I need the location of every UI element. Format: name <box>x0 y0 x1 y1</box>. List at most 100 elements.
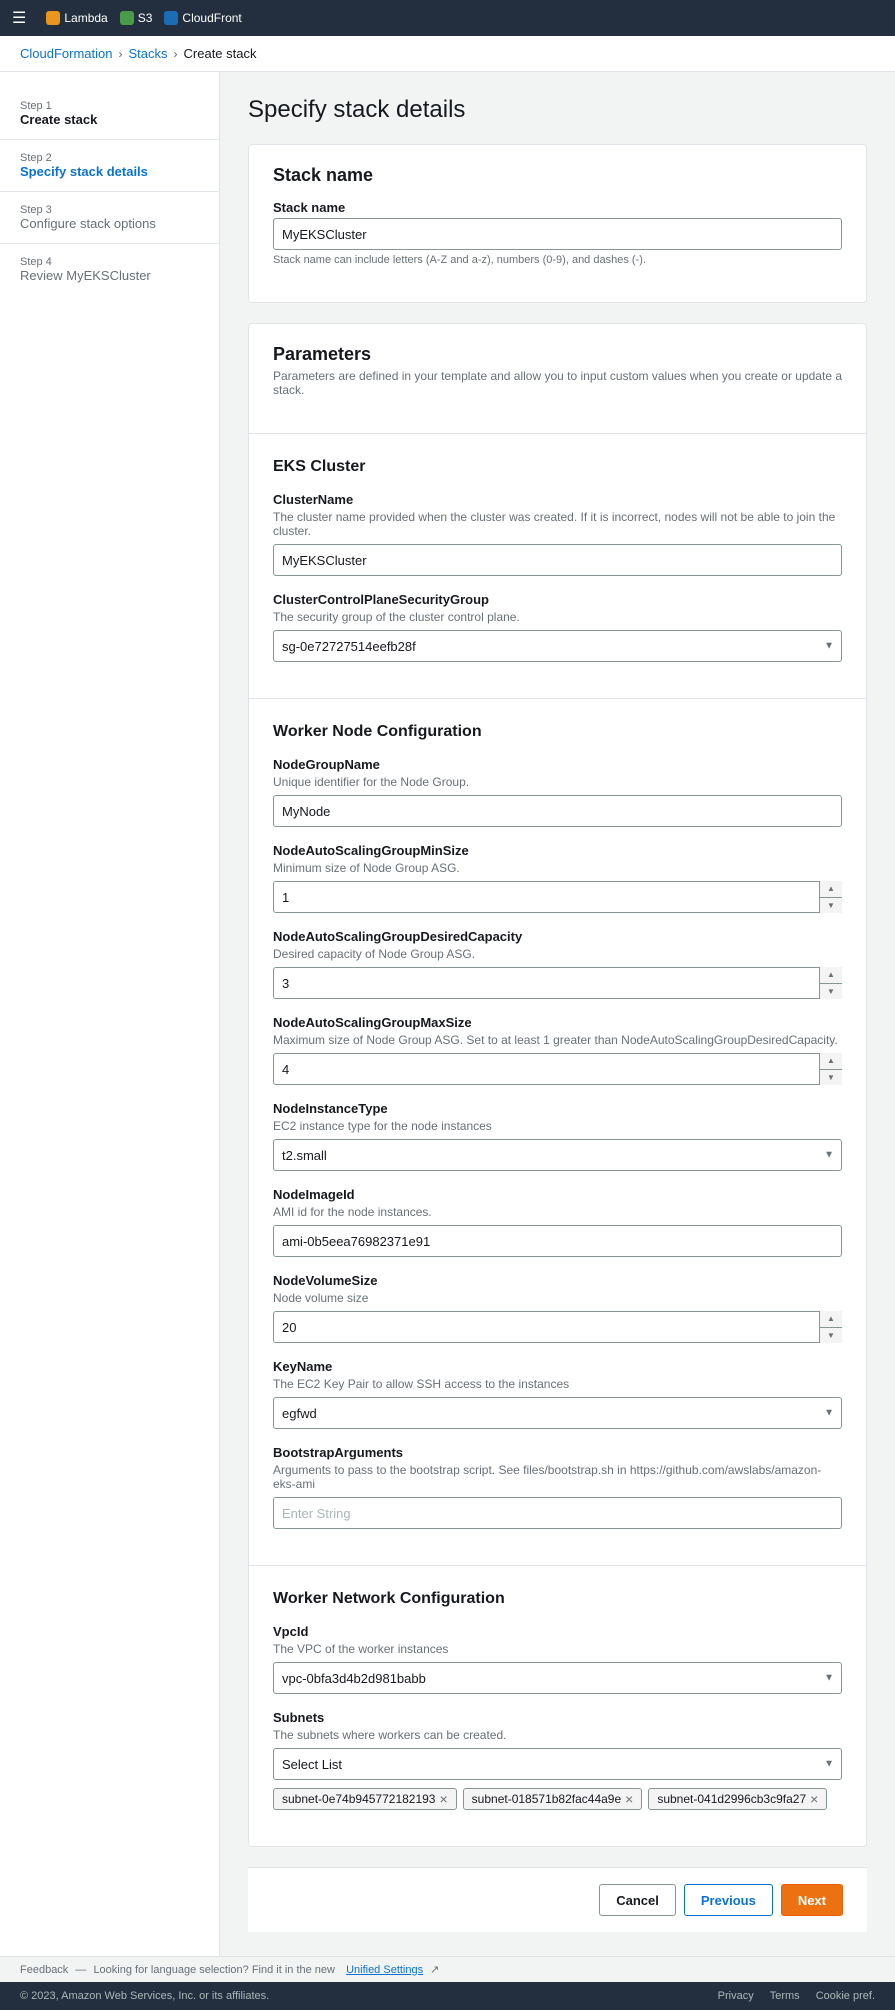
asg-desired-wrap: ▲ ▼ <box>273 967 842 999</box>
step-4-label[interactable]: Review MyEKSCluster <box>20 268 199 283</box>
node-image-id-desc: AMI id for the node instances. <box>273 1205 842 1219</box>
breadcrumb-sep-2: › <box>174 47 178 61</box>
s3-dot <box>120 11 134 25</box>
parameters-header-section: Parameters Parameters are defined in you… <box>249 324 866 434</box>
node-instance-type-select[interactable]: t2.small t2.medium t2.large <box>273 1139 842 1171</box>
subnet-tag-2-label: subnet-041d2996cb3c9fa27 <box>657 1792 806 1806</box>
cloudfront-dot <box>164 11 178 25</box>
eks-cluster-title: EKS Cluster <box>273 458 842 476</box>
vpc-id-select[interactable]: vpc-0bfa3d4b2d981babb <box>273 1662 842 1694</box>
asg-max-increment[interactable]: ▲ <box>820 1053 842 1070</box>
subnets-tags: subnet-0e74b945772182193 × subnet-018571… <box>273 1788 842 1810</box>
eks-cluster-section: EKS Cluster ClusterName The cluster name… <box>249 434 866 699</box>
next-button[interactable]: Next <box>781 1884 843 1916</box>
cluster-sg-select[interactable]: sg-0e72727514eefb28f <box>273 630 842 662</box>
node-image-id-label: NodeImageId <box>273 1187 842 1202</box>
unified-settings-link[interactable]: Unified Settings <box>346 1964 423 1976</box>
stack-name-input[interactable] <box>273 218 842 250</box>
asg-max-input[interactable] <box>273 1053 842 1085</box>
asg-desired-desc: Desired capacity of Node Group ASG. <box>273 947 842 961</box>
hamburger-icon[interactable]: ☰ <box>12 8 26 28</box>
terms-link[interactable]: Terms <box>770 1990 800 2002</box>
step-2-label[interactable]: Specify stack details <box>20 164 199 179</box>
node-volume-size-increment[interactable]: ▲ <box>820 1311 842 1328</box>
subnets-select[interactable]: Select List <box>273 1748 842 1780</box>
lambda-dot <box>46 11 60 25</box>
asg-min-wrap: ▲ ▼ <box>273 881 842 913</box>
asg-desired-increment[interactable]: ▲ <box>820 967 842 984</box>
privacy-link[interactable]: Privacy <box>718 1990 754 2002</box>
step-1-number: Step 1 <box>20 100 199 112</box>
key-name-field: KeyName The EC2 Key Pair to allow SSH ac… <box>273 1359 842 1429</box>
cluster-name-field: ClusterName The cluster name provided wh… <box>273 492 842 576</box>
asg-min-field: NodeAutoScalingGroupMinSize Minimum size… <box>273 843 842 913</box>
page-title: Specify stack details <box>248 96 867 124</box>
step-1-label[interactable]: Create stack <box>20 112 199 127</box>
step-3: Step 3 Configure stack options <box>0 196 219 239</box>
nav-cloudfront[interactable]: CloudFront <box>164 11 241 25</box>
nav-cloudfront-label: CloudFront <box>182 11 241 25</box>
breadcrumb-stacks[interactable]: Stacks <box>129 46 168 61</box>
cluster-name-label: ClusterName <box>273 492 842 507</box>
parameters-section-title: Parameters <box>273 344 842 365</box>
asg-max-wrap: ▲ ▼ <box>273 1053 842 1085</box>
subnet-tag-2-remove[interactable]: × <box>810 1792 818 1806</box>
subnet-tag-1-label: subnet-018571b82fac44a9e <box>472 1792 621 1806</box>
parameters-section-desc: Parameters are defined in your template … <box>273 369 842 397</box>
node-volume-size-spinners: ▲ ▼ <box>819 1311 842 1343</box>
cluster-sg-desc: The security group of the cluster contro… <box>273 610 842 624</box>
bottom-bar-links: Privacy Terms Cookie pref. <box>718 1990 875 2002</box>
subnet-tag-2: subnet-041d2996cb3c9fa27 × <box>648 1788 827 1810</box>
previous-button[interactable]: Previous <box>684 1884 773 1916</box>
node-group-name-input[interactable] <box>273 795 842 827</box>
asg-min-increment[interactable]: ▲ <box>820 881 842 898</box>
step-3-label[interactable]: Configure stack options <box>20 216 199 231</box>
asg-max-field: NodeAutoScalingGroupMaxSize Maximum size… <box>273 1015 842 1085</box>
key-name-select[interactable]: egfwd <box>273 1397 842 1429</box>
node-volume-size-desc: Node volume size <box>273 1291 842 1305</box>
bottom-bar: © 2023, Amazon Web Services, Inc. or its… <box>0 1982 895 2010</box>
breadcrumb: CloudFormation › Stacks › Create stack <box>0 36 895 72</box>
step-4-number: Step 4 <box>20 256 199 268</box>
asg-desired-decrement[interactable]: ▼ <box>820 984 842 1000</box>
nav-s3[interactable]: S3 <box>120 11 153 25</box>
step-2: Step 2 Specify stack details <box>0 144 219 187</box>
subnet-tag-1-remove[interactable]: × <box>625 1792 633 1806</box>
step-4: Step 4 Review MyEKSCluster <box>0 248 219 291</box>
asg-desired-spinners: ▲ ▼ <box>819 967 842 999</box>
node-group-name-label: NodeGroupName <box>273 757 842 772</box>
top-nav: ☰ Lambda S3 CloudFront <box>0 0 895 36</box>
node-instance-type-select-wrap: t2.small t2.medium t2.large ▼ <box>273 1139 842 1171</box>
asg-min-spinners: ▲ ▼ <box>819 881 842 913</box>
cancel-button[interactable]: Cancel <box>599 1884 676 1916</box>
asg-max-desc: Maximum size of Node Group ASG. Set to a… <box>273 1033 842 1047</box>
node-image-id-input[interactable] <box>273 1225 842 1257</box>
subnet-tag-0-remove[interactable]: × <box>439 1792 447 1806</box>
node-instance-type-field: NodeInstanceType EC2 instance type for t… <box>273 1101 842 1171</box>
stack-name-label: Stack name <box>273 200 842 215</box>
node-group-name-field: NodeGroupName Unique identifier for the … <box>273 757 842 827</box>
vpc-id-label: VpcId <box>273 1624 842 1639</box>
cluster-name-input[interactable] <box>273 544 842 576</box>
bootstrap-args-input[interactable] <box>273 1497 842 1529</box>
asg-max-decrement[interactable]: ▼ <box>820 1070 842 1086</box>
cookie-link[interactable]: Cookie pref. <box>816 1990 875 2002</box>
worker-node-title: Worker Node Configuration <box>273 723 842 741</box>
key-name-desc: The EC2 Key Pair to allow SSH access to … <box>273 1377 842 1391</box>
asg-min-label: NodeAutoScalingGroupMinSize <box>273 843 842 858</box>
asg-min-decrement[interactable]: ▼ <box>820 898 842 914</box>
node-volume-size-decrement[interactable]: ▼ <box>820 1328 842 1344</box>
node-volume-size-input[interactable] <box>273 1311 842 1343</box>
breadcrumb-cloudformation[interactable]: CloudFormation <box>20 46 113 61</box>
feedback-label[interactable]: Feedback <box>20 1964 68 1976</box>
stack-name-field: Stack name Stack name can include letter… <box>273 200 842 266</box>
key-name-label: KeyName <box>273 1359 842 1374</box>
subnet-tag-0-label: subnet-0e74b945772182193 <box>282 1792 435 1806</box>
node-volume-size-field: NodeVolumeSize Node volume size ▲ ▼ <box>273 1273 842 1343</box>
asg-min-input[interactable] <box>273 881 842 913</box>
subnets-desc: The subnets where workers can be created… <box>273 1728 842 1742</box>
subnets-label: Subnets <box>273 1710 842 1725</box>
nav-lambda[interactable]: Lambda <box>46 11 107 25</box>
asg-desired-input[interactable] <box>273 967 842 999</box>
step-2-number: Step 2 <box>20 152 199 164</box>
